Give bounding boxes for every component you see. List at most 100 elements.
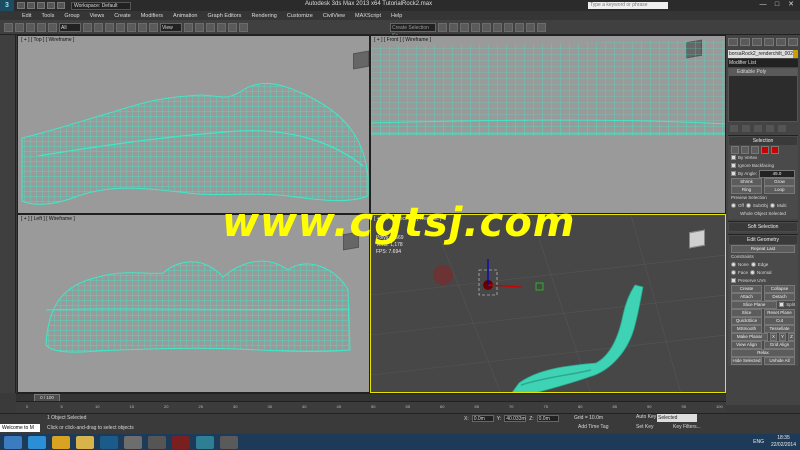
repeat-last-button[interactable]: Repeat Last (731, 244, 795, 253)
polygon-level-icon[interactable] (761, 145, 769, 154)
constraint-none-radio[interactable] (731, 262, 736, 267)
angle-snap-icon[interactable] (217, 22, 226, 32)
start-button-icon[interactable] (4, 435, 22, 449)
key-mode-dropdown[interactable]: Selected (657, 414, 697, 422)
zbrush-icon[interactable] (172, 435, 190, 449)
make-unique-icon[interactable] (754, 125, 762, 132)
snap-toggle-icon[interactable] (206, 22, 215, 32)
close-button[interactable]: ✕ (784, 0, 798, 9)
manipulate-icon[interactable] (195, 22, 204, 32)
reference-coordinate-dropdown[interactable]: View (160, 22, 182, 32)
menu-graph-editors[interactable]: Graph Editors (208, 13, 242, 19)
align-icon[interactable] (449, 22, 458, 32)
quickslice-button[interactable]: QuickSlice (731, 316, 762, 325)
menu-tools[interactable]: Tools (41, 13, 54, 19)
percent-snap-icon[interactable] (228, 22, 237, 32)
remove-modifier-icon[interactable] (766, 125, 774, 132)
create-button[interactable]: Create (731, 284, 762, 293)
planar-z-button[interactable]: Z (788, 332, 795, 341)
motion-tab-icon[interactable] (764, 38, 774, 46)
rendered-frame-window-icon[interactable] (526, 22, 535, 32)
shrink-button[interactable]: Shrink (731, 177, 762, 186)
named-selection-set-dropdown[interactable]: Create Selection Se (390, 22, 436, 39)
time-slider[interactable]: 0 / 100 (16, 393, 726, 402)
language-indicator[interactable]: ENG (753, 439, 764, 445)
redo-icon[interactable] (15, 22, 24, 32)
undo-icon[interactable] (4, 22, 13, 32)
create-tab-icon[interactable] (728, 38, 738, 46)
save-icon[interactable] (37, 2, 45, 9)
edge-level-icon[interactable] (741, 145, 749, 154)
add-time-tag-button[interactable]: Add Time Tag (578, 424, 608, 430)
modifier-list-dropdown[interactable]: Modifier List (728, 59, 798, 67)
pivot-center-icon[interactable] (184, 22, 193, 32)
preserve-uvs-checkbox[interactable] (731, 278, 736, 283)
menu-create[interactable]: Create (114, 13, 131, 19)
select-by-name-icon[interactable] (94, 22, 103, 32)
show-end-result-icon[interactable] (742, 125, 750, 132)
menu-modifiers[interactable]: Modifiers (141, 13, 163, 19)
workspace-dropdown[interactable]: Workspace: Default (71, 1, 131, 10)
menu-animation[interactable]: Animation (173, 13, 197, 19)
preview-subobj-radio[interactable] (745, 203, 751, 208)
menu-civilview[interactable]: CivilView (323, 13, 345, 19)
render-production-icon[interactable] (537, 22, 546, 32)
constraint-edge-radio[interactable] (750, 262, 756, 267)
internet-explorer-icon[interactable] (28, 435, 46, 449)
file-explorer-icon[interactable] (76, 435, 94, 449)
undo-icon[interactable] (47, 2, 55, 9)
maximize-button[interactable]: □ (770, 0, 784, 9)
slice-plane-button[interactable]: Slice Plane (731, 300, 778, 309)
track-bar[interactable]: 0 5 10 15 20 25 30 35 40 45 50 55 60 65 70 75 80 85 90 95 10… (16, 401, 726, 413)
set-key-button[interactable]: Set Key (636, 424, 654, 430)
redo-icon[interactable] (57, 2, 65, 9)
configure-modifier-sets-icon[interactable] (778, 125, 786, 132)
select-move-icon[interactable] (127, 22, 136, 32)
vertex-level-icon[interactable] (731, 145, 739, 154)
relax-button[interactable]: Relax (731, 348, 795, 357)
grid-align-button[interactable]: Grid Align (764, 340, 795, 349)
mirror-icon[interactable] (438, 22, 447, 32)
constraint-face-radio[interactable] (731, 270, 736, 275)
render-setup-icon[interactable] (515, 22, 524, 32)
menu-maxscript[interactable]: MAXScript (355, 13, 381, 19)
by-angle-checkbox[interactable] (731, 171, 736, 176)
tessellate-button[interactable]: Tessellate (764, 324, 795, 333)
menu-rendering[interactable]: Rendering (251, 13, 276, 19)
modify-tab-icon[interactable] (740, 38, 750, 46)
y-coordinate-field[interactable]: 40.033m (504, 415, 527, 422)
rectangular-selection-icon[interactable] (105, 22, 114, 32)
msmooth-button[interactable]: MSmooth (731, 324, 762, 333)
loop-button[interactable]: Loop (764, 185, 795, 194)
schematic-view-icon[interactable] (493, 22, 502, 32)
window-crossing-icon[interactable] (116, 22, 125, 32)
collapse-button[interactable]: Collapse (764, 284, 795, 293)
minimize-button[interactable]: — (756, 0, 770, 9)
object-color-swatch[interactable] (792, 50, 798, 58)
menu-help[interactable]: Help (391, 13, 402, 19)
attach-button[interactable]: Attach (731, 292, 762, 301)
reset-plane-button[interactable]: Reset Plane (764, 308, 795, 317)
unlink-icon[interactable] (37, 22, 46, 32)
layer-manager-icon[interactable] (460, 22, 469, 32)
maxscript-listener-field[interactable]: Welcome to M (0, 424, 40, 432)
menu-group[interactable]: Group (64, 13, 79, 19)
ignore-backfacing-checkbox[interactable] (731, 163, 736, 168)
select-object-icon[interactable] (83, 22, 92, 32)
menu-customize[interactable]: Customize (287, 13, 313, 19)
detach-button[interactable]: Detach (764, 292, 795, 301)
by-vertex-checkbox[interactable] (731, 155, 736, 160)
photoshop-icon[interactable] (100, 435, 118, 449)
rollout-header-edit-geometry[interactable]: Edit Geometry (729, 236, 797, 244)
menu-edit[interactable]: Edit (22, 13, 31, 19)
graphite-ribbon-collapsed[interactable] (0, 35, 16, 393)
search-input[interactable]: Type a keyword or phrase (588, 2, 668, 9)
camtasia-icon[interactable] (220, 435, 238, 449)
select-scale-icon[interactable] (149, 22, 158, 32)
select-rotate-icon[interactable] (138, 22, 147, 32)
split-checkbox[interactable] (779, 302, 785, 307)
hide-selected-button[interactable]: Hide Selected (731, 356, 762, 365)
constraint-normal-radio[interactable] (750, 270, 756, 275)
new-icon[interactable] (17, 2, 25, 9)
menu-views[interactable]: Views (90, 13, 105, 19)
